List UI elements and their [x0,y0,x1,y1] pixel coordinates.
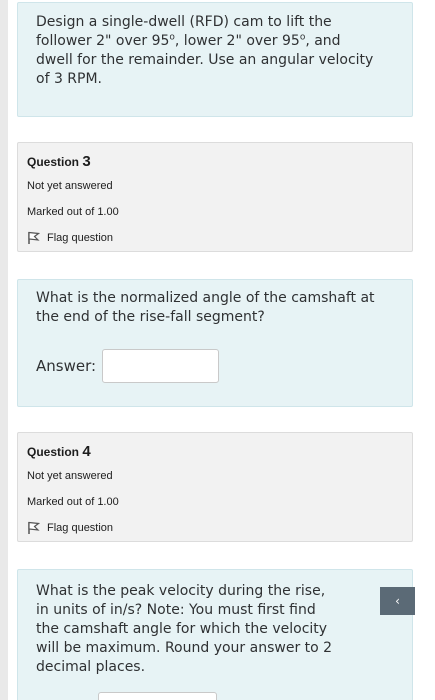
question-3-text: What is the normalized angle of the cams… [36,290,375,325]
answer-input[interactable] [102,349,220,383]
question-2-line-1: Design a single-dwell (RFD) cam to lift … [36,14,332,30]
question-3-info: Question 3 Not yet answered Marked out o… [17,142,413,252]
left-rail [0,0,8,700]
flag-icon [28,231,40,244]
scroll-button[interactable]: ‹ [380,587,415,615]
flag-question-label: Flag question [47,522,114,534]
question-4-info: Question 4 Not yet answered Marked out o… [17,432,413,542]
question-2-text: Design a single-dwell (RFD) cam to lift … [17,2,413,117]
answer-input-partial[interactable] [98,692,217,700]
flag-icon [28,521,40,534]
question-3-status: Not yet answered [27,180,113,192]
question-4-marks: Marked out of 1.00 [27,496,119,508]
question-4-flag-button[interactable]: Flag question [27,515,403,541]
question-2-line-4: of 3 RPM. [36,71,103,87]
question-2-line-2: follower 2" over 95o, lower 2" over 95o,… [36,32,341,49]
answer-row: Answer: [36,349,394,383]
flag-question-label: Flag question [47,232,114,244]
question-3-marks: Marked out of 1.00 [27,206,119,218]
quiz-page: Design a single-dwell (RFD) cam to lift … [0,0,435,700]
question-4-number: Question 4 [27,443,91,460]
answer-label: Answer: [36,356,97,375]
question-4-text-box: What is the peak velocity during the ris… [17,569,413,700]
question-3-text-box: What is the normalized angle of the cams… [17,279,413,407]
question-3-flag-button[interactable]: Flag question [27,225,403,251]
question-2-line-3: dwell for the remainder. Use an angular … [36,52,374,68]
chevron-up-icon: ‹ [395,594,400,608]
question-4-status: Not yet answered [27,470,113,482]
question-4-text: What is the peak velocity during the ris… [36,583,333,675]
question-3-number: Question 3 [27,153,91,170]
